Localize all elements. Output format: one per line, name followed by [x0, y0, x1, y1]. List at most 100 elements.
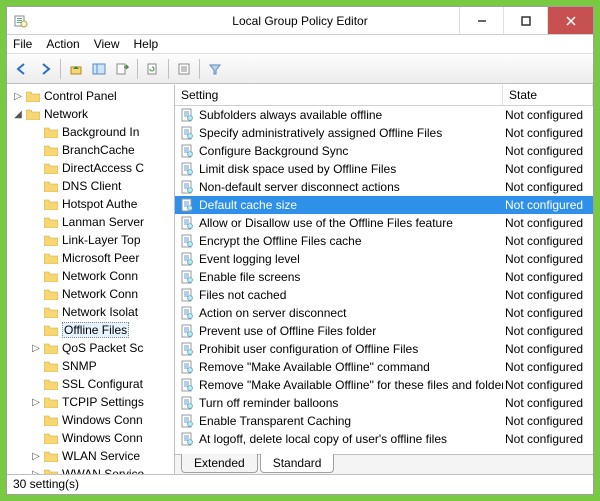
expander-icon[interactable]: ▷ [29, 343, 43, 354]
folder-icon [43, 233, 59, 247]
list-row[interactable]: Prohibit user configuration of Offline F… [175, 340, 593, 358]
back-button[interactable] [11, 58, 33, 80]
tree-item[interactable]: ▷TCPIP Settings [7, 393, 174, 411]
folder-icon [25, 107, 41, 121]
folder-icon [43, 269, 59, 283]
tree-item[interactable]: Hotspot Authe [7, 195, 174, 213]
tree-item[interactable]: Network Isolat [7, 303, 174, 321]
state-label: Not configured [503, 198, 593, 212]
tree-item[interactable]: Microsoft Peer [7, 249, 174, 267]
properties-button[interactable] [173, 58, 195, 80]
state-label: Not configured [503, 378, 593, 392]
folder-icon [43, 287, 59, 301]
maximize-button[interactable] [503, 7, 547, 34]
tree-item[interactable]: Windows Conn [7, 429, 174, 447]
policy-icon [179, 413, 195, 429]
folder-icon [43, 395, 59, 409]
list-row[interactable]: Remove "Make Available Offline" for thes… [175, 376, 593, 394]
list-row[interactable]: Enable Transparent CachingNot configured [175, 412, 593, 430]
list-row[interactable]: Turn off reminder balloonsNot configured [175, 394, 593, 412]
list-row[interactable]: Limit disk space used by Offline FilesNo… [175, 160, 593, 178]
state-label: Not configured [503, 162, 593, 176]
close-button[interactable] [547, 7, 593, 34]
tree-pane[interactable]: ▷Control Panel◢NetworkBackground InBranc… [7, 85, 175, 474]
setting-label: Files not cached [199, 288, 286, 302]
tab-extended[interactable]: Extended [181, 454, 258, 473]
list-row[interactable]: Non-default server disconnect actionsNot… [175, 178, 593, 196]
list-row[interactable]: Encrypt the Offline Files cacheNot confi… [175, 232, 593, 250]
state-label: Not configured [503, 216, 593, 230]
titlebar[interactable]: Local Group Policy Editor [7, 7, 593, 35]
list-row[interactable]: Configure Background SyncNot configured [175, 142, 593, 160]
export-list-button[interactable] [111, 58, 133, 80]
content-area: ▷Control Panel◢NetworkBackground InBranc… [7, 84, 593, 474]
expander-icon[interactable]: ▷ [29, 397, 43, 408]
tree-item[interactable]: Background In [7, 123, 174, 141]
up-folder-button[interactable] [65, 58, 87, 80]
app-window: Local Group Policy Editor File Action Vi… [6, 6, 594, 495]
tree-item-label: DNS Client [62, 179, 121, 193]
filter-button[interactable] [204, 58, 226, 80]
list-row[interactable]: Specify administratively assigned Offlin… [175, 124, 593, 142]
list-row[interactable]: Allow or Disallow use of the Offline Fil… [175, 214, 593, 232]
tree-item[interactable]: DNS Client [7, 177, 174, 195]
tree-item[interactable]: ▷ QoS Packet Sc [7, 339, 174, 357]
tree-item[interactable]: ◢Network [7, 105, 174, 123]
tree-item[interactable]: BranchCache [7, 141, 174, 159]
list-body[interactable]: Subfolders always available offlineNot c… [175, 106, 593, 454]
list-row[interactable]: At logoff, delete local copy of user's o… [175, 430, 593, 448]
folder-icon [43, 467, 59, 474]
column-setting[interactable]: Setting [175, 85, 503, 105]
state-label: Not configured [503, 360, 593, 374]
refresh-button[interactable] [142, 58, 164, 80]
folder-icon [43, 143, 59, 157]
list-row[interactable]: Action on server disconnectNot configure… [175, 304, 593, 322]
tree-item[interactable]: Windows Conn [7, 411, 174, 429]
show-hide-tree-button[interactable] [88, 58, 110, 80]
tree-item[interactable]: SNMP [7, 357, 174, 375]
tree-item[interactable]: ▷WWAN Service [7, 465, 174, 474]
menu-file[interactable]: File [13, 37, 32, 51]
tree-item[interactable]: ▷ WLAN Service [7, 447, 174, 465]
tree-item[interactable]: DirectAccess C [7, 159, 174, 177]
list-row[interactable]: Prevent use of Offline Files folderNot c… [175, 322, 593, 340]
minimize-button[interactable] [459, 7, 503, 34]
list-row[interactable]: Enable file screensNot configured [175, 268, 593, 286]
tree-item[interactable]: Link-Layer Top [7, 231, 174, 249]
setting-label: Enable file screens [199, 270, 300, 284]
expander-icon[interactable]: ▷ [29, 451, 43, 462]
list-row[interactable]: Subfolders always available offlineNot c… [175, 106, 593, 124]
policy-icon [179, 161, 195, 177]
tree-item[interactable]: ▷Control Panel [7, 87, 174, 105]
folder-icon [43, 305, 59, 319]
setting-label: Configure Background Sync [199, 144, 348, 158]
expander-icon[interactable]: ▷ [11, 91, 25, 102]
separator-icon [137, 59, 138, 79]
list-row[interactable]: Event logging levelNot configured [175, 250, 593, 268]
menu-help[interactable]: Help [134, 37, 159, 51]
tree-item-label: WLAN Service [62, 449, 140, 463]
column-state[interactable]: State [503, 85, 593, 105]
tree-item[interactable]: Lanman Server [7, 213, 174, 231]
list-row[interactable]: Files not cachedNot configured [175, 286, 593, 304]
tab-standard[interactable]: Standard [260, 454, 335, 473]
menu-action[interactable]: Action [46, 37, 79, 51]
tree-item-label: Microsoft Peer [62, 251, 139, 265]
state-label: Not configured [503, 342, 593, 356]
setting-label: At logoff, delete local copy of user's o… [199, 432, 447, 446]
toolbar [7, 54, 593, 84]
list-row[interactable]: Remove "Make Available Offline" commandN… [175, 358, 593, 376]
list-row[interactable]: Default cache sizeNot configured [175, 196, 593, 214]
tree-item[interactable]: Network Conn [7, 267, 174, 285]
menu-view[interactable]: View [94, 37, 120, 51]
setting-label: Event logging level [199, 252, 300, 266]
tree-item[interactable]: SSL Configurat [7, 375, 174, 393]
tree-item-label: Windows Conn [62, 431, 143, 445]
tabs: Extended Standard [175, 454, 593, 474]
tree-item-label: QoS Packet Sc [62, 341, 143, 355]
policy-icon [179, 215, 195, 231]
forward-button[interactable] [34, 58, 56, 80]
expander-icon[interactable]: ◢ [11, 109, 25, 120]
tree-item[interactable]: Offline Files [7, 321, 174, 339]
tree-item[interactable]: Network Conn [7, 285, 174, 303]
